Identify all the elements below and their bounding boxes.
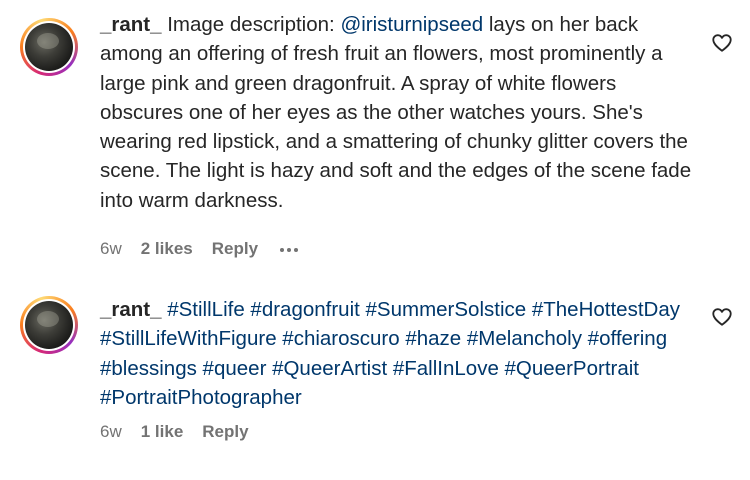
avatar-story-ring[interactable] [20,18,78,76]
comment-username[interactable]: _rant_ [100,298,162,321]
mention-link[interactable]: @iristurnipseed [340,13,483,36]
comment-text-before: Image description: [167,13,341,36]
comment-likes-count[interactable]: 2 likes [141,239,193,259]
comment-text-after: lays on her back among an offering of fr… [100,13,692,212]
heart-outline-icon[interactable] [711,32,733,54]
avatar-story-ring[interactable] [20,296,78,354]
comment-text: _rant_ #StillLife #dragonfruit #SummerSo… [100,295,700,412]
comment-timestamp[interactable]: 6w [100,422,122,442]
avatar-border [23,299,75,351]
comment-meta: 6w 2 likes Reply [100,239,299,259]
reply-button[interactable]: Reply [202,422,248,442]
hashtag-list[interactable]: #StillLife #dragonfruit #SummerSolstice … [100,298,680,409]
reply-button[interactable]: Reply [212,239,258,259]
avatar[interactable] [25,23,73,71]
comment-text: _rant_ Image description: @iristurnipsee… [100,10,700,215]
comment-likes-count[interactable]: 1 like [141,422,184,442]
avatar-border [23,21,75,73]
avatar[interactable] [25,301,73,349]
comment-meta: 6w 1 like Reply [100,422,271,442]
comment-timestamp[interactable]: 6w [100,239,122,259]
comment-username[interactable]: _rant_ [100,13,162,36]
heart-outline-icon[interactable] [711,306,733,328]
more-horizontal-icon[interactable] [280,246,299,252]
